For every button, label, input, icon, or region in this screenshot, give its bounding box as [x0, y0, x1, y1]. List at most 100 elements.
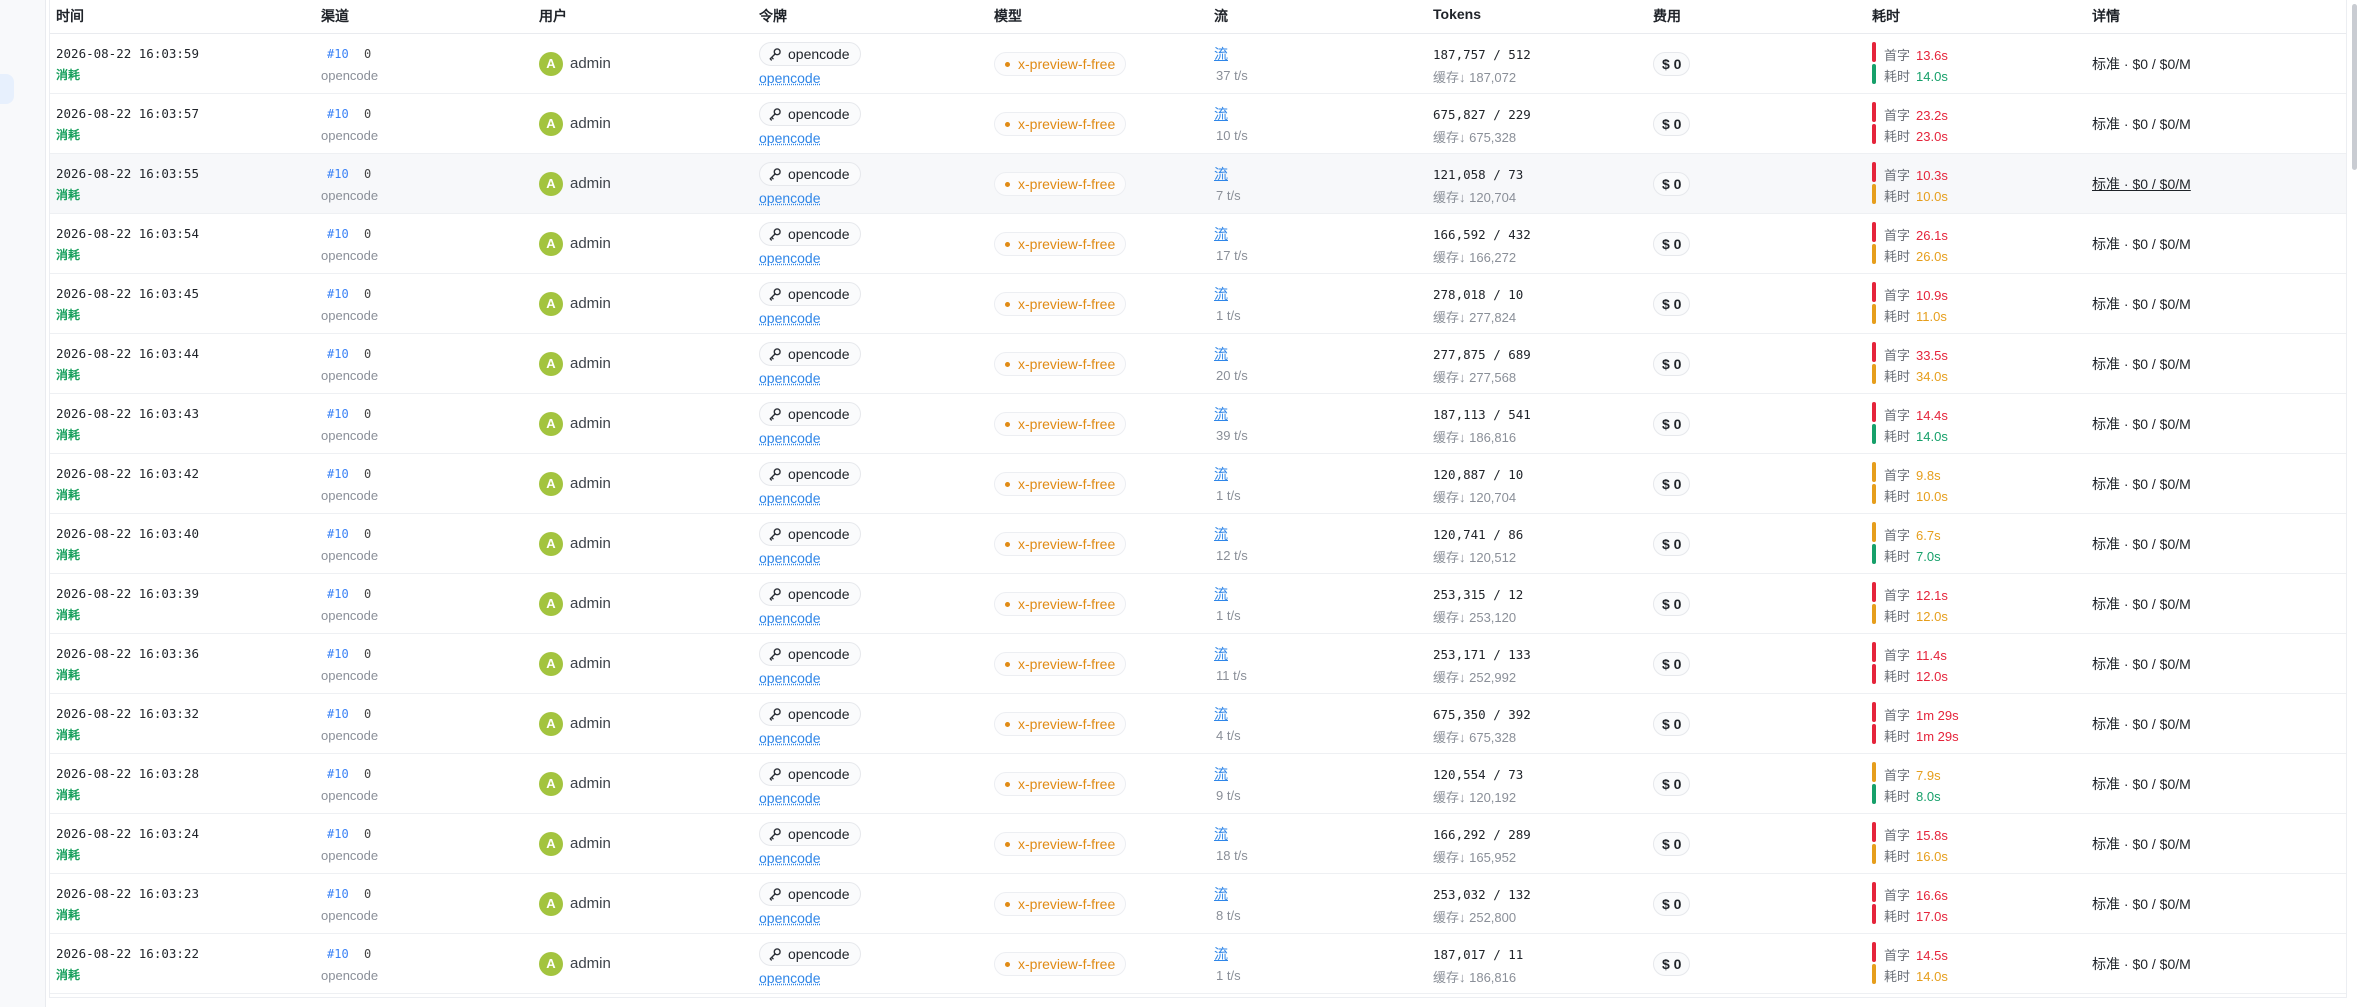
- channel-id-link[interactable]: #10: [327, 167, 349, 181]
- table-row[interactable]: 2026-08-22 16:03:44 消耗 #10 0 opencode A …: [50, 334, 2346, 394]
- channel-id-link[interactable]: #10: [327, 227, 349, 241]
- pricing-detail[interactable]: 标准 · $0 / $0/M: [2092, 474, 2191, 494]
- user-name[interactable]: admin: [570, 595, 611, 612]
- token-tag[interactable]: opencode: [759, 222, 861, 246]
- model-tag[interactable]: x-preview-f-free: [994, 592, 1127, 616]
- table-row[interactable]: 2026-08-22 16:03:59 消耗 #10 0 opencode A …: [50, 34, 2346, 94]
- column-header-token[interactable]: 令牌: [759, 6, 787, 26]
- user-name[interactable]: admin: [570, 295, 611, 312]
- model-tag[interactable]: x-preview-f-free: [994, 412, 1127, 436]
- pricing-detail[interactable]: 标准 · $0 / $0/M: [2092, 354, 2191, 374]
- user-name[interactable]: admin: [570, 655, 611, 672]
- channel-id-link[interactable]: #10: [327, 887, 349, 901]
- channel-id-link[interactable]: #10: [327, 287, 349, 301]
- column-header-detail[interactable]: 详情: [2092, 6, 2120, 26]
- token-group-link[interactable]: opencode: [759, 730, 821, 746]
- token-group-link[interactable]: opencode: [759, 490, 821, 506]
- pricing-detail[interactable]: 标准 · $0 / $0/M: [2092, 714, 2191, 734]
- token-tag[interactable]: opencode: [759, 822, 861, 846]
- token-tag[interactable]: opencode: [759, 42, 861, 66]
- channel-id-link[interactable]: #10: [327, 587, 349, 601]
- model-tag[interactable]: x-preview-f-free: [994, 892, 1127, 916]
- user-name[interactable]: admin: [570, 895, 611, 912]
- table-row[interactable]: 2026-08-22 16:03:39 消耗 #10 0 opencode A …: [50, 574, 2346, 634]
- table-row[interactable]: 2026-08-22 16:03:28 消耗 #10 0 opencode A …: [50, 754, 2346, 814]
- model-tag[interactable]: x-preview-f-free: [994, 352, 1127, 376]
- pricing-detail[interactable]: 标准 · $0 / $0/M: [2092, 594, 2191, 614]
- column-header-stream[interactable]: 流: [1214, 6, 1228, 26]
- token-group-link[interactable]: opencode: [759, 790, 821, 806]
- model-tag[interactable]: x-preview-f-free: [994, 112, 1127, 136]
- model-tag[interactable]: x-preview-f-free: [994, 52, 1127, 76]
- column-header-duration[interactable]: 耗时: [1872, 6, 1900, 26]
- table-row[interactable]: 2026-08-22 16:03:23 消耗 #10 0 opencode A …: [50, 874, 2346, 934]
- stream-badge[interactable]: 流: [1214, 824, 1228, 844]
- table-row[interactable]: 2026-08-22 16:03:45 消耗 #10 0 opencode A …: [50, 274, 2346, 334]
- token-group-link[interactable]: opencode: [759, 250, 821, 266]
- stream-badge[interactable]: 流: [1214, 704, 1228, 724]
- token-group-link[interactable]: opencode: [759, 70, 821, 86]
- token-tag[interactable]: opencode: [759, 942, 861, 966]
- user-name[interactable]: admin: [570, 535, 611, 552]
- token-tag[interactable]: opencode: [759, 762, 861, 786]
- channel-id-link[interactable]: #10: [327, 767, 349, 781]
- user-name[interactable]: admin: [570, 235, 611, 252]
- channel-id-link[interactable]: #10: [327, 527, 349, 541]
- pricing-detail[interactable]: 标准 · $0 / $0/M: [2092, 534, 2191, 554]
- token-group-link[interactable]: opencode: [759, 910, 821, 926]
- stream-badge[interactable]: 流: [1214, 284, 1228, 304]
- token-tag[interactable]: opencode: [759, 462, 861, 486]
- channel-id-link[interactable]: #10: [327, 407, 349, 421]
- pricing-detail[interactable]: 标准 · $0 / $0/M: [2092, 954, 2191, 974]
- channel-id-link[interactable]: #10: [327, 347, 349, 361]
- user-name[interactable]: admin: [570, 475, 611, 492]
- channel-id-link[interactable]: #10: [327, 647, 349, 661]
- token-tag[interactable]: opencode: [759, 522, 861, 546]
- token-tag[interactable]: opencode: [759, 702, 861, 726]
- table-row[interactable]: 2026-08-22 16:03:36 消耗 #10 0 opencode A …: [50, 634, 2346, 694]
- table-row[interactable]: 2026-08-22 16:03:32 消耗 #10 0 opencode A …: [50, 694, 2346, 754]
- stream-badge[interactable]: 流: [1214, 584, 1228, 604]
- token-group-link[interactable]: opencode: [759, 850, 821, 866]
- column-header-user[interactable]: 用户: [539, 6, 567, 26]
- table-row[interactable]: 2026-08-22 16:03:43 消耗 #10 0 opencode A …: [50, 394, 2346, 454]
- token-group-link[interactable]: opencode: [759, 970, 821, 986]
- user-name[interactable]: admin: [570, 715, 611, 732]
- model-tag[interactable]: x-preview-f-free: [994, 832, 1127, 856]
- token-group-link[interactable]: opencode: [759, 310, 821, 326]
- pricing-detail[interactable]: 标准 · $0 / $0/M: [2092, 114, 2191, 134]
- token-tag[interactable]: opencode: [759, 162, 861, 186]
- column-header-model[interactable]: 模型: [994, 6, 1022, 26]
- channel-id-link[interactable]: #10: [327, 107, 349, 121]
- token-tag[interactable]: opencode: [759, 282, 861, 306]
- stream-badge[interactable]: 流: [1214, 224, 1228, 244]
- channel-id-link[interactable]: #10: [327, 707, 349, 721]
- user-name[interactable]: admin: [570, 835, 611, 852]
- stream-badge[interactable]: 流: [1214, 464, 1228, 484]
- user-name[interactable]: admin: [570, 115, 611, 132]
- token-tag[interactable]: opencode: [759, 102, 861, 126]
- token-tag[interactable]: opencode: [759, 402, 861, 426]
- channel-id-link[interactable]: #10: [327, 47, 349, 61]
- pricing-detail[interactable]: 标准 · $0 / $0/M: [2092, 774, 2191, 794]
- pricing-detail[interactable]: 标准 · $0 / $0/M: [2092, 294, 2191, 314]
- token-tag[interactable]: opencode: [759, 882, 861, 906]
- stream-badge[interactable]: 流: [1214, 344, 1228, 364]
- table-row[interactable]: 2026-08-22 16:03:55 消耗 #10 0 opencode A …: [50, 154, 2346, 214]
- column-header-channel[interactable]: 渠道: [321, 6, 349, 26]
- stream-badge[interactable]: 流: [1214, 944, 1228, 964]
- column-header-cost[interactable]: 费用: [1653, 6, 1681, 26]
- stream-badge[interactable]: 流: [1214, 104, 1228, 124]
- pricing-detail[interactable]: 标准 · $0 / $0/M: [2092, 654, 2191, 674]
- pricing-detail[interactable]: 标准 · $0 / $0/M: [2092, 414, 2191, 434]
- vertical-scrollbar[interactable]: [2352, 4, 2357, 170]
- user-name[interactable]: admin: [570, 55, 611, 72]
- model-tag[interactable]: x-preview-f-free: [994, 772, 1127, 796]
- model-tag[interactable]: x-preview-f-free: [994, 232, 1127, 256]
- table-row[interactable]: 2026-08-22 16:03:57 消耗 #10 0 opencode A …: [50, 94, 2346, 154]
- token-group-link[interactable]: opencode: [759, 670, 821, 686]
- column-header-tokens[interactable]: Tokens: [1433, 6, 1481, 22]
- pricing-detail[interactable]: 标准 · $0 / $0/M: [2092, 174, 2191, 194]
- stream-badge[interactable]: 流: [1214, 644, 1228, 664]
- token-tag[interactable]: opencode: [759, 642, 861, 666]
